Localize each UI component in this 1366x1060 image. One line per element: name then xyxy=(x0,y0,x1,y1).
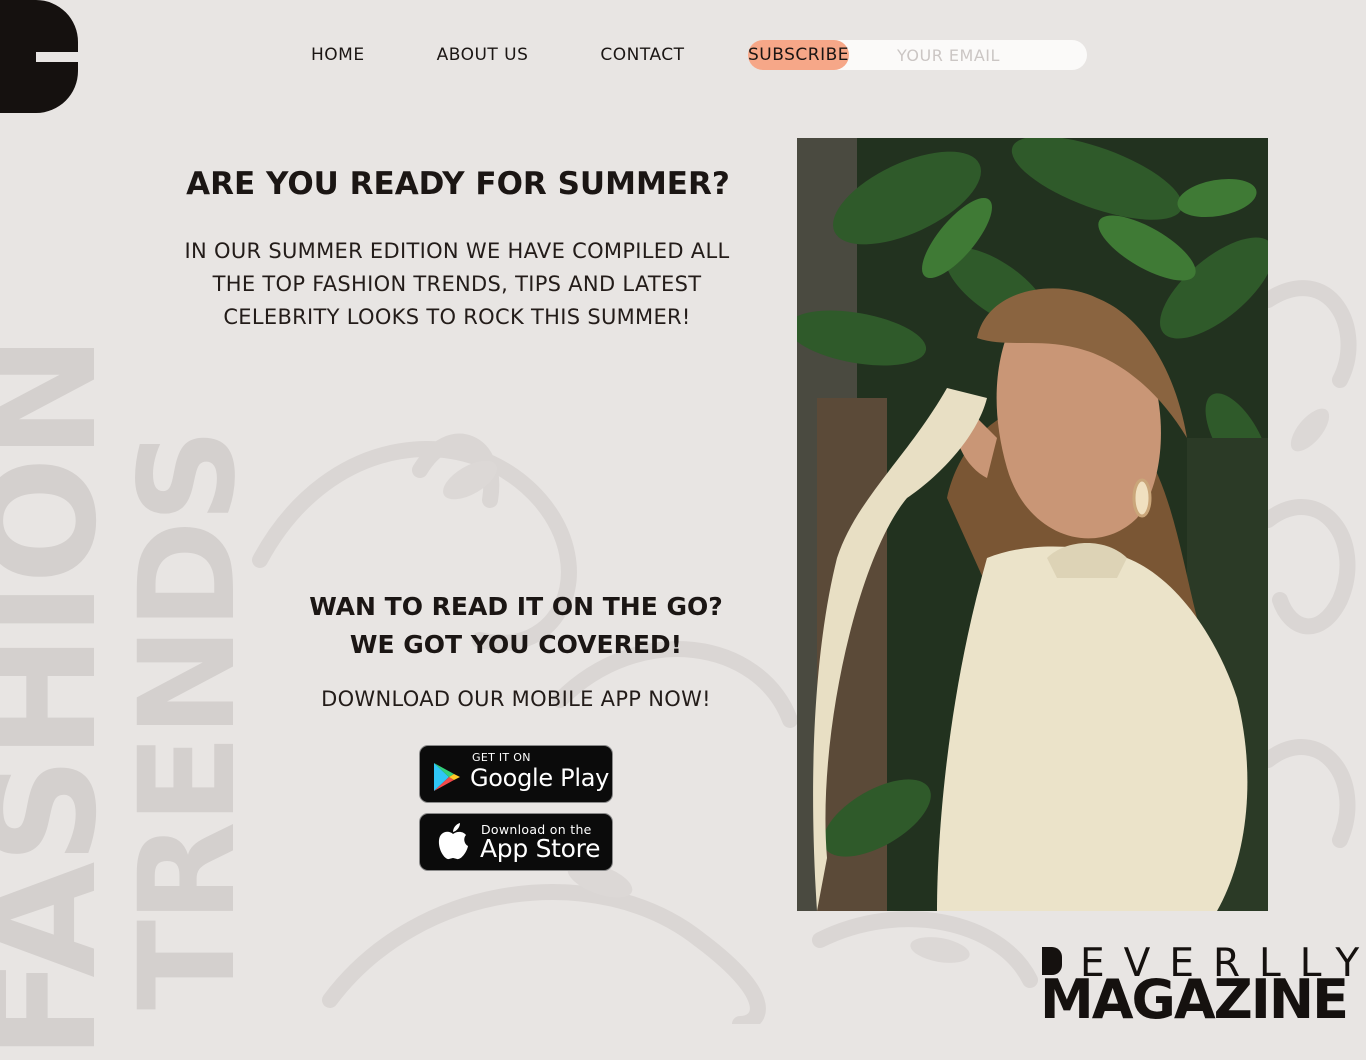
hero-photo xyxy=(797,138,1268,911)
google-play-label: Google Play xyxy=(470,764,610,792)
subscribe-form: SUBSCRIBE xyxy=(748,40,1089,70)
nav-contact-link[interactable]: CONTACT xyxy=(600,45,684,65)
google-play-icon xyxy=(434,763,460,791)
side-text-fashion: FASHION xyxy=(0,337,130,1060)
nav-home-link[interactable]: HOME xyxy=(311,45,365,65)
hero-intro: IN OUR SUMMER EDITION WE HAVE COMPILED A… xyxy=(184,239,730,329)
app-download-text: DOWNLOAD OUR MOBILE APP NOW! xyxy=(321,687,711,711)
app-store-button[interactable]: Download on the App Store xyxy=(419,813,613,871)
nav-about-link[interactable]: ABOUT US xyxy=(437,45,529,65)
side-text-trends: TRENDS xyxy=(111,431,265,1010)
top-nav: HOME ABOUT US CONTACT xyxy=(311,40,757,70)
email-input[interactable] xyxy=(895,44,1089,66)
app-heading-line2: WE GOT YOU COVERED! xyxy=(349,630,683,659)
google-play-small: GET IT ON xyxy=(472,751,531,764)
apple-icon xyxy=(438,823,468,860)
logo-mark[interactable] xyxy=(0,0,78,113)
brand-wordmark[interactable]: EVERLLY MAGAZINE xyxy=(1040,941,1366,1031)
brand-bottom-text: MAGAZINE xyxy=(1040,968,1349,1031)
app-heading-line1: WAN TO READ IT ON THE GO? xyxy=(309,592,723,621)
subscribe-button[interactable]: SUBSCRIBE xyxy=(748,40,849,70)
hero-headline: ARE YOU READY FOR SUMMER? xyxy=(186,166,730,202)
app-store-label: App Store xyxy=(480,834,601,863)
google-play-button[interactable]: GET IT ON Google Play xyxy=(419,745,613,803)
